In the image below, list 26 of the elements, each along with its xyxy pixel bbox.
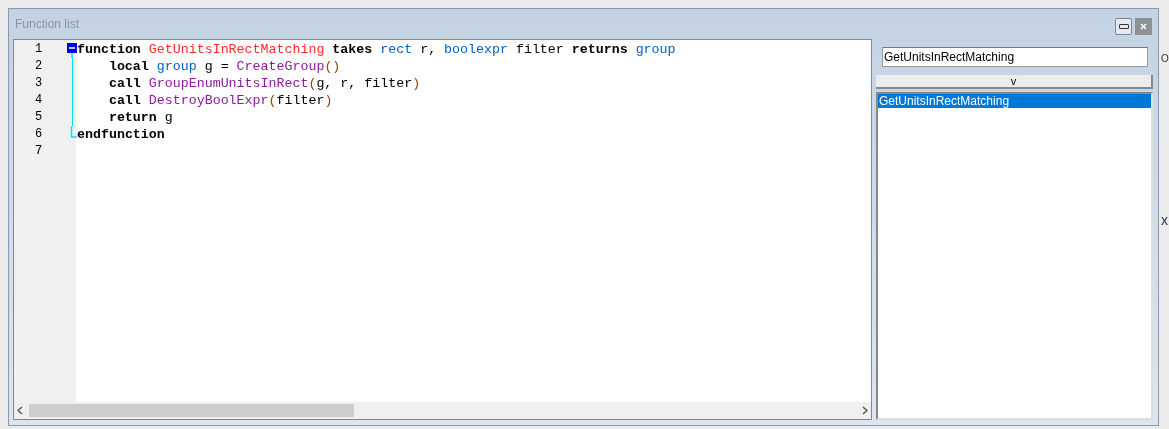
line-number: 6 [35, 127, 43, 141]
close-icon [1140, 22, 1147, 30]
code-line: call DestroyBoolExpr(filter) [108, 93, 333, 108]
scroll-right-icon[interactable] [862, 406, 868, 415]
scrollbar-thumb[interactable] [29, 404, 354, 417]
code-line: function GetUnitsInRectMatching takes rect r, boolexpr filter returns group [77, 42, 676, 57]
scroll-left-icon[interactable] [17, 406, 23, 415]
code-line: return g [108, 110, 173, 125]
window-title: Function list [15, 16, 80, 33]
line-number: 1 [35, 42, 43, 56]
list-item[interactable]: GetUnitsInRectMatching [878, 94, 1151, 108]
line-number: 5 [35, 110, 43, 124]
background-text: O [1161, 52, 1169, 66]
code-line: local group g = CreateGroup() [108, 59, 341, 74]
code-line: call GroupEnumUnitsInRect(g, r, filter) [108, 76, 421, 91]
line-number: 7 [35, 144, 43, 158]
line-number: 2 [35, 59, 43, 73]
background-text: x [1161, 211, 1168, 230]
collapse-icon[interactable] [67, 41, 77, 58]
search-field[interactable]: GetUnitsInRectMatching [882, 47, 1148, 67]
line-number: 4 [35, 93, 43, 107]
horizontal-scrollbar[interactable] [14, 402, 871, 419]
code-line: endfunction [77, 127, 165, 142]
line-number: 3 [35, 76, 43, 90]
sort-button[interactable]: v [876, 75, 1153, 89]
minimize-button[interactable] [1115, 17, 1132, 35]
